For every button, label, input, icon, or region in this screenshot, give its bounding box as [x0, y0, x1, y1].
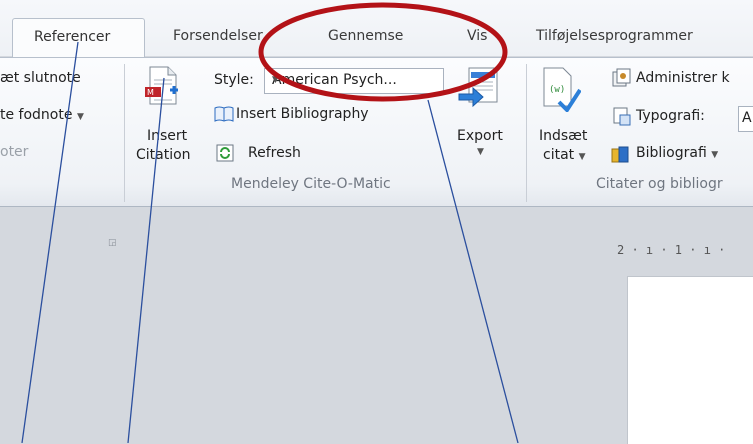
refresh-button[interactable]: Refresh — [248, 145, 301, 161]
group-separator — [124, 64, 125, 202]
manage-sources-button[interactable]: Administrer k — [636, 70, 730, 86]
bibliografi-label: Bibliografi — [636, 145, 707, 161]
typografi-value: A — [742, 110, 752, 126]
tab-vis[interactable]: Vis — [467, 28, 487, 44]
insert-citation-label-2[interactable]: Citation — [136, 147, 191, 163]
chevron-down-icon: ▼ — [711, 150, 719, 160]
footnotes-item-grayed: oter — [0, 144, 29, 160]
bibliography-icon — [611, 144, 631, 168]
refresh-icon — [216, 144, 234, 166]
tab-forsendelser[interactable]: Forsendelser — [173, 28, 263, 44]
bibliografi-button[interactable]: Bibliografi ▼ — [636, 145, 718, 161]
ribbon-tab-bar: Referencer Forsendelser Gennemse Vis Til… — [0, 0, 753, 58]
style-label: Style: — [214, 72, 254, 88]
typografi-label: Typografi: — [636, 108, 705, 124]
mendeley-group-label: Mendeley Cite-O-Matic — [231, 176, 391, 192]
book-icon — [214, 105, 234, 127]
dialog-launcher-icon[interactable]: ◲ — [108, 238, 117, 248]
tab-tilfoejelsesprogrammer[interactable]: Tilføjelsesprogrammer — [536, 28, 693, 44]
citations-group-label: Citater og bibliogr — [596, 176, 723, 192]
insert-bibliography-button[interactable]: Insert Bibliography — [236, 106, 369, 122]
chevron-down-icon: ▼ — [76, 112, 84, 122]
manage-sources-icon — [611, 68, 631, 92]
indsaet-citat-button[interactable]: citat ▼ — [543, 147, 586, 163]
next-footnote-label: te fodnote — [0, 107, 73, 123]
style-dropdown[interactable]: American Psych... ▼ — [264, 68, 444, 94]
typografi-dropdown[interactable]: A — [738, 106, 753, 132]
svg-text:(w): (w) — [549, 85, 565, 95]
export-icon[interactable] — [455, 66, 501, 116]
chevron-down-icon: ▼ — [578, 152, 586, 162]
chevron-down-icon: ▼ — [477, 147, 484, 157]
chevron-down-icon: ▼ — [272, 75, 279, 85]
document-page[interactable] — [627, 276, 753, 444]
horizontal-ruler[interactable]: 2 · ı · 1 · ı · — [617, 243, 753, 261]
export-button[interactable]: Export — [457, 128, 503, 144]
ribbon-panel: æt slutnote te fodnote ▼ oter ◲ M Insert… — [0, 57, 753, 248]
insert-endnote-button[interactable]: æt slutnote — [0, 70, 81, 86]
indsaet-citat-label-2: citat — [543, 147, 575, 163]
tab-referencer-label: Referencer — [34, 29, 111, 45]
svg-text:M: M — [147, 88, 154, 97]
typography-icon — [611, 106, 631, 130]
tab-gennemse[interactable]: Gennemse — [328, 28, 403, 44]
insert-citation-icon[interactable]: (w) — [541, 66, 582, 116]
insert-citation-label-1[interactable]: Insert — [147, 128, 187, 144]
tab-referencer[interactable]: Referencer — [12, 18, 145, 58]
insert-citation-icon[interactable]: M — [144, 66, 180, 112]
next-footnote-button[interactable]: te fodnote ▼ — [0, 107, 84, 123]
indsaet-citat-label-1[interactable]: Indsæt — [539, 128, 587, 144]
group-separator — [526, 64, 527, 202]
